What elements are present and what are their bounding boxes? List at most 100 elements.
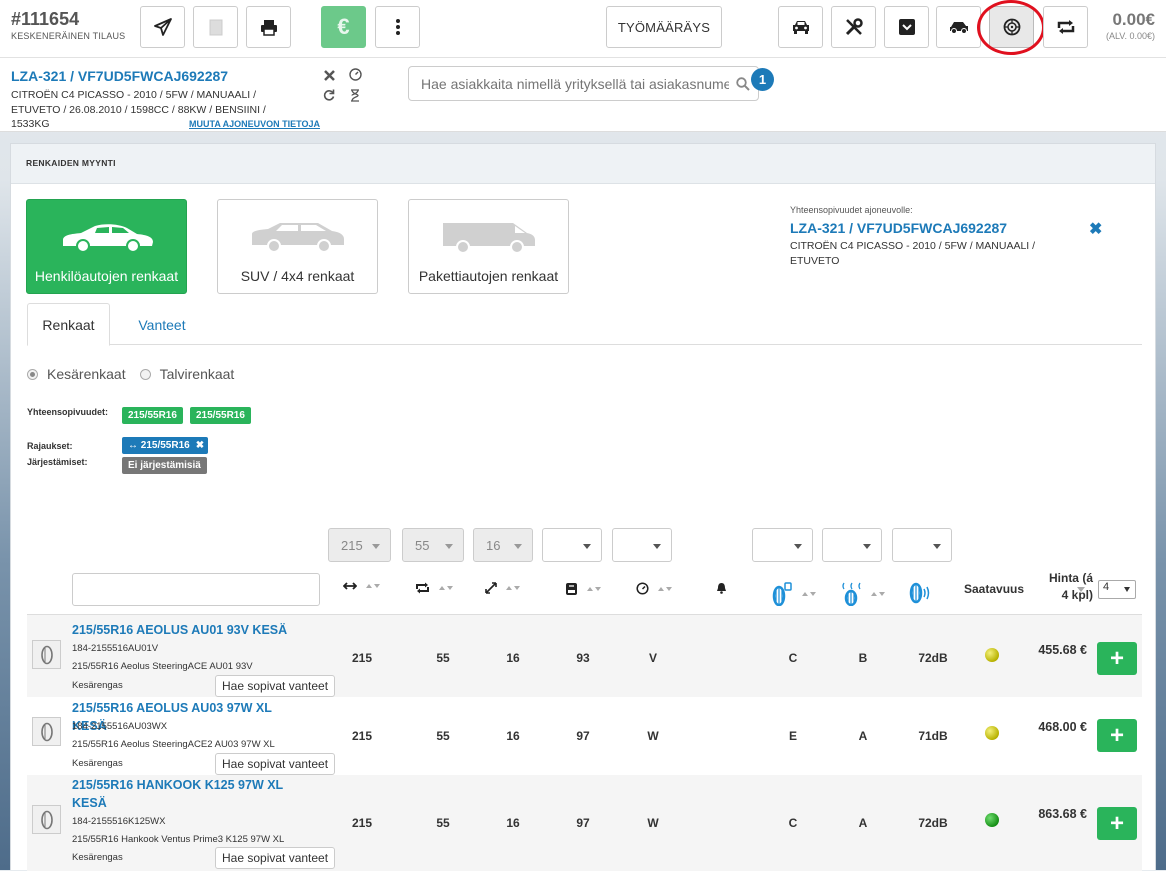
car-front-icon [792,20,809,34]
tab-tires[interactable]: Renkaat [27,303,110,346]
width-column[interactable] [343,582,380,590]
studs-column[interactable] [716,582,727,594]
sort-tag: Ei järjestämisiä [122,457,207,474]
category-label: Pakettiautojen renkaat [418,268,559,284]
table-row: 215/55R16 AEOLUS AU01 93V KESÄ 184-21555… [27,615,1142,697]
product-price: 455.68 € [1038,643,1087,657]
document-button[interactable] [193,6,238,48]
winter-radio[interactable] [139,368,151,380]
close-compat-icon[interactable]: ✖ [1089,219,1102,239]
quantity-select[interactable]: 4 [1098,580,1136,599]
total-vat: (ALV. 0.00€) [1105,31,1155,41]
rim-filter[interactable]: 16 [473,528,533,562]
wet-grip-column[interactable] [840,582,885,606]
search-icon[interactable] [736,77,750,91]
add-to-cart-button[interactable]: + [1097,719,1137,752]
find-rims-button[interactable]: Hae sopivat vanteet [215,675,336,697]
customer-search-input[interactable] [409,67,729,100]
speed-filter[interactable] [612,528,672,562]
vehicle-title[interactable]: LZA-321 / VF7UD5FWCAJ692287 [11,68,228,84]
price-header[interactable]: Hinta (á 4 kpl) [1041,570,1093,604]
repeat-icon [1057,20,1074,34]
compat-vehicle[interactable]: LZA-321 / VF7UD5FWCAJ692287 [790,220,1070,236]
summer-radio[interactable] [27,368,38,380]
wet-filter[interactable] [822,528,882,562]
switch-button[interactable] [1043,6,1088,48]
add-to-cart-button[interactable]: + [1097,807,1137,840]
limit-tag[interactable]: ↔ 215/55R16 ✖ [122,437,209,454]
category-suv[interactable]: SUV / 4x4 renkaat [217,199,378,294]
profile-column[interactable] [415,582,453,594]
add-to-cart-button[interactable]: + [1097,642,1137,675]
width-filter-value: 215 [341,537,363,553]
product-name[interactable]: 215/55R16 HANKOOK K125 97W XL KESÄ [72,776,307,812]
quantity-value: 4 [1103,581,1110,593]
payment-button[interactable]: € [321,6,366,48]
width-icon [343,582,357,590]
load-filter[interactable] [542,528,602,562]
euro-icon: € [337,14,350,39]
more-button[interactable] [375,6,420,48]
hourglass-icon[interactable] [348,88,362,102]
winter-label[interactable]: Talvirenkaat [160,366,235,382]
noise-filter[interactable] [892,528,952,562]
availability-indicator[interactable] [985,813,999,827]
refresh-icon[interactable] [322,88,336,102]
product-name[interactable]: 215/55R16 AEOLUS AU01 93V KESÄ [72,621,307,639]
category-vans[interactable]: Pakettiautojen renkaat [408,199,569,294]
diameter-icon [485,582,497,594]
cell-width: 215 [351,651,373,665]
product-code: 184-2155516AU01V [72,643,159,654]
close-vehicle-icon[interactable] [322,68,336,82]
fuel-efficiency-column[interactable] [771,582,816,606]
product-description: 215/55R16 Aeolus SteeringACE2 AU03 97W X… [72,739,275,750]
cell-profile: 55 [436,651,450,665]
vehicle-bar: LZA-321 / VF7UD5FWCAJ692287 CITROËN C4 P… [0,58,1166,132]
notification-badge[interactable]: 1 [751,68,774,91]
cell-wet: B [858,651,868,665]
diameter-column[interactable] [485,582,520,594]
cell-noise: 72dB [918,651,948,665]
tools-icon [845,18,863,36]
find-rims-button[interactable]: Hae sopivat vanteet [215,847,336,869]
inbox-icon [898,19,915,35]
speed-index-column[interactable] [636,582,672,595]
product-type: Kesärengas [72,852,123,863]
cell-speed: V [648,651,657,665]
work-order-button[interactable]: TYÖMÄÄRÄYS [606,6,722,48]
tab-rims[interactable]: Vanteet [127,303,197,346]
noise-column[interactable] [908,582,932,604]
print-button[interactable] [246,6,291,48]
product-filter-input[interactable] [72,573,320,606]
cell-noise: 72dB [918,816,948,830]
category-passenger-cars[interactable]: Henkilöautojen renkaat [26,199,187,294]
price-sort-icon[interactable] [1077,587,1085,592]
wet-grip-icon [842,582,861,606]
remove-limit-icon[interactable]: ✖ [196,440,204,451]
availability-indicator[interactable] [985,648,999,662]
load-index-column[interactable] [565,582,601,596]
vehicle-service-button[interactable] [778,6,823,48]
find-rims-button[interactable]: Hae sopivat vanteet [215,753,336,775]
edit-vehicle-link[interactable]: MUUTA AJONEUVON TIETOJA [189,119,320,129]
inbox-button[interactable] [884,6,929,48]
width-filter[interactable]: 215 [328,528,391,562]
cell-load: 93 [576,651,590,665]
order-total: 0.00€ (ALV. 0.00€) [1106,10,1155,41]
tools-button[interactable] [831,6,876,48]
more-vertical-icon [395,19,400,35]
send-button[interactable] [140,6,185,48]
cell-load: 97 [576,816,590,830]
product-price: 468.00 € [1038,720,1087,734]
compat-tag[interactable]: 215/55R16 [122,407,183,424]
availability-indicator[interactable] [985,726,999,740]
limit-tag-label: ↔ 215/55R16 [128,440,190,451]
compat-tag[interactable]: 215/55R16 [190,407,251,424]
profile-filter[interactable]: 55 [402,528,464,562]
load-index-icon [566,583,577,595]
car-button[interactable] [936,6,981,48]
summer-label[interactable]: Kesärenkaat [47,366,126,382]
speedometer-icon[interactable] [348,67,362,81]
fuel-filter[interactable] [752,528,813,562]
customer-search[interactable] [408,66,759,101]
